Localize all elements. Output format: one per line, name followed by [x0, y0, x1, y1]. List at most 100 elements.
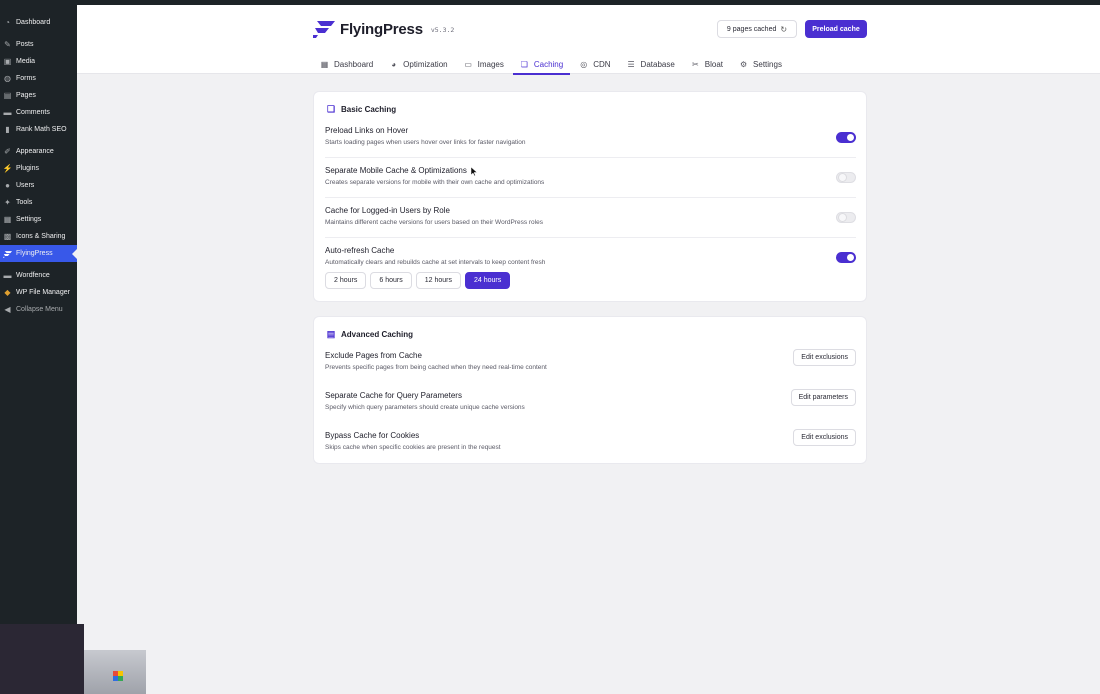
edit-parameters-button[interactable]: Edit parameters [790, 389, 856, 406]
setting-auto-refresh: Auto-refresh Cache Automatically clears … [325, 246, 856, 294]
tab-caching[interactable]: ❏ Caching [512, 56, 571, 75]
setting-description: Automatically clears and rebuilds cache … [325, 259, 546, 266]
sidebar-item-flyingpress[interactable]: FlyingPress [0, 245, 77, 262]
interval-24-hours[interactable]: 24 hours [464, 272, 511, 289]
sidebar-item-dashboard[interactable]: ◔ Dashboard [0, 14, 77, 31]
sidebar-item-media[interactable]: ▣ Media [0, 53, 77, 70]
user-icon: ● [5, 180, 10, 190]
settings-icon: ▦ [3, 214, 12, 224]
plugin-header: FlyingPress v5.3.2 9 pages cached ↻ Prel… [77, 5, 1100, 75]
sidebar-item-forms[interactable]: ◍ Forms [0, 70, 77, 87]
edit-exclusions-button[interactable]: Edit exclusions [793, 349, 856, 366]
rank-math-icon: ▮ [5, 124, 10, 134]
preload-links-toggle[interactable] [836, 132, 856, 143]
tab-settings[interactable]: ⚙ Settings [739, 56, 782, 73]
collapse-icon: ◀ [4, 304, 11, 314]
setting-title: Bypass Cache for Cookies [325, 431, 420, 440]
sidebar-item-icons-sharing[interactable]: ▩ Icons & Sharing [0, 228, 77, 245]
grid-icon: ▩ [3, 231, 12, 241]
dashboard-icon: ◔ [5, 17, 10, 27]
card-title: ❏ Basic Caching [326, 103, 397, 114]
sidebar-item-users[interactable]: ● Users [0, 177, 77, 194]
globe-icon: ◎ [580, 60, 588, 69]
tab-bar: ▦ Dashboard ◕ Optimization ▭ Images ❏ Ca… [320, 56, 798, 75]
sidebar-item-plugins[interactable]: ⚡ Plugins [0, 160, 77, 177]
sidebar-item-posts[interactable]: ✎ Posts [0, 36, 77, 53]
webcam-overlay [0, 624, 84, 694]
refresh-icon: ↻ [780, 24, 788, 34]
comment-icon: ▬ [3, 107, 12, 117]
document-icon: ▤ [326, 328, 336, 339]
cache-icon: ❏ [326, 103, 336, 114]
interval-6-hours[interactable]: 6 hours [370, 272, 412, 289]
sidebar-item-wp-file-manager[interactable]: ◆ WP File Manager [0, 284, 77, 301]
card-title: ▤ Advanced Caching [326, 328, 414, 339]
webcam-video [84, 650, 146, 694]
setting-title: Auto-refresh Cache [325, 246, 395, 255]
sidebar-collapse-menu[interactable]: ◀ Collapse Menu [0, 301, 77, 318]
setting-description: Prevents specific pages from being cache… [325, 364, 547, 371]
sidebar-item-comments[interactable]: ▬ Comments [0, 104, 77, 121]
setting-exclude-pages: Exclude Pages from Cache Prevents specif… [325, 349, 856, 381]
setting-logged-in-cache: Cache for Logged-in Users by Role Mainta… [325, 206, 856, 238]
sidebar-item-rank-math[interactable]: ▮ Rank Math SEO [0, 121, 77, 138]
brand-name: FlyingPress [340, 20, 423, 38]
setting-title: Separate Mobile Cache & Optimizations [325, 166, 467, 175]
tab-images[interactable]: ▭ Images [464, 56, 504, 73]
setting-description: Skips cache when specific cookies are pr… [325, 444, 501, 451]
setting-description: Creates separate versions for mobile wit… [325, 179, 545, 186]
tab-dashboard[interactable]: ▦ Dashboard [320, 56, 373, 73]
folder-icon: ◆ [4, 287, 11, 297]
plug-icon: ⚡ [2, 163, 13, 173]
brush-icon: ✐ [4, 146, 11, 156]
pages-cached-button[interactable]: 9 pages cached ↻ [717, 20, 797, 38]
setting-bypass-cookies: Bypass Cache for Cookies Skips cache whe… [325, 429, 856, 461]
auto-refresh-toggle[interactable] [836, 252, 856, 263]
media-icon: ▣ [3, 56, 12, 66]
interval-12-hours[interactable]: 12 hours [415, 272, 461, 289]
admin-sidebar: ◔ Dashboard ✎ Posts ▣ Media ◍ Forms ▤ Pa… [0, 5, 77, 694]
setting-separate-mobile: Separate Mobile Cache & Optimizations Cr… [325, 166, 856, 198]
sidebar-item-settings[interactable]: ▦ Settings [0, 211, 77, 228]
wordfence-icon: ▬ [3, 270, 12, 280]
pin-icon: ✎ [4, 39, 11, 49]
preload-cache-button[interactable]: Preload cache [805, 20, 867, 38]
sidebar-item-appearance[interactable]: ✐ Appearance [0, 143, 77, 160]
basic-caching-card: ❏ Basic Caching Preload Links on Hover S… [313, 91, 867, 302]
wrench-icon: ✦ [4, 197, 11, 207]
version-label: v5.3.2 [430, 26, 455, 34]
setting-query-parameters: Separate Cache for Query Parameters Spec… [325, 389, 856, 421]
separate-mobile-toggle[interactable] [836, 172, 856, 183]
tab-bloat[interactable]: ✂ Bloat [691, 56, 723, 73]
interval-2-hours[interactable]: 2 hours [325, 272, 367, 289]
setting-title: Separate Cache for Query Parameters [325, 391, 462, 400]
cache-icon: ❏ [520, 60, 528, 69]
sidebar-item-wordfence[interactable]: ▬ Wordfence [0, 267, 77, 284]
advanced-caching-card: ▤ Advanced Caching Exclude Pages from Ca… [313, 316, 867, 464]
logged-in-cache-toggle[interactable] [836, 212, 856, 223]
setting-description: Maintains different cache versions for u… [325, 219, 543, 226]
sidebar-item-tools[interactable]: ✦ Tools [0, 194, 77, 211]
setting-title: Cache for Logged-in Users by Role [325, 206, 450, 215]
flyingpress-logo-icon [313, 21, 335, 38]
forms-icon: ◍ [4, 73, 11, 83]
sidebar-item-pages[interactable]: ▤ Pages [0, 87, 77, 104]
edit-cookie-exclusions-button[interactable]: Edit exclusions [793, 429, 856, 446]
colorful-logo-icon [113, 671, 123, 681]
brand: FlyingPress v5.3.2 [313, 20, 454, 38]
flyingpress-icon [3, 249, 12, 258]
database-icon: ☰ [627, 60, 635, 69]
setting-preload-links: Preload Links on Hover Starts loading pa… [325, 126, 856, 158]
settings-icon: ⚙ [739, 60, 748, 69]
setting-title: Preload Links on Hover [325, 126, 409, 135]
image-icon: ▭ [464, 60, 472, 69]
tab-cdn[interactable]: ◎ CDN [579, 56, 610, 73]
refresh-interval-group: 2 hours 6 hours 12 hours 24 hours [325, 272, 514, 289]
setting-description: Specify which query parameters should cr… [325, 404, 525, 411]
setting-description: Starts loading pages when users hover ov… [325, 139, 526, 146]
tab-optimization[interactable]: ◕ Optimization [389, 56, 447, 73]
gauge-icon: ◕ [391, 60, 397, 69]
tab-database[interactable]: ☰ Database [627, 56, 674, 73]
setting-title: Exclude Pages from Cache [325, 351, 422, 360]
scissors-icon: ✂ [691, 60, 699, 69]
